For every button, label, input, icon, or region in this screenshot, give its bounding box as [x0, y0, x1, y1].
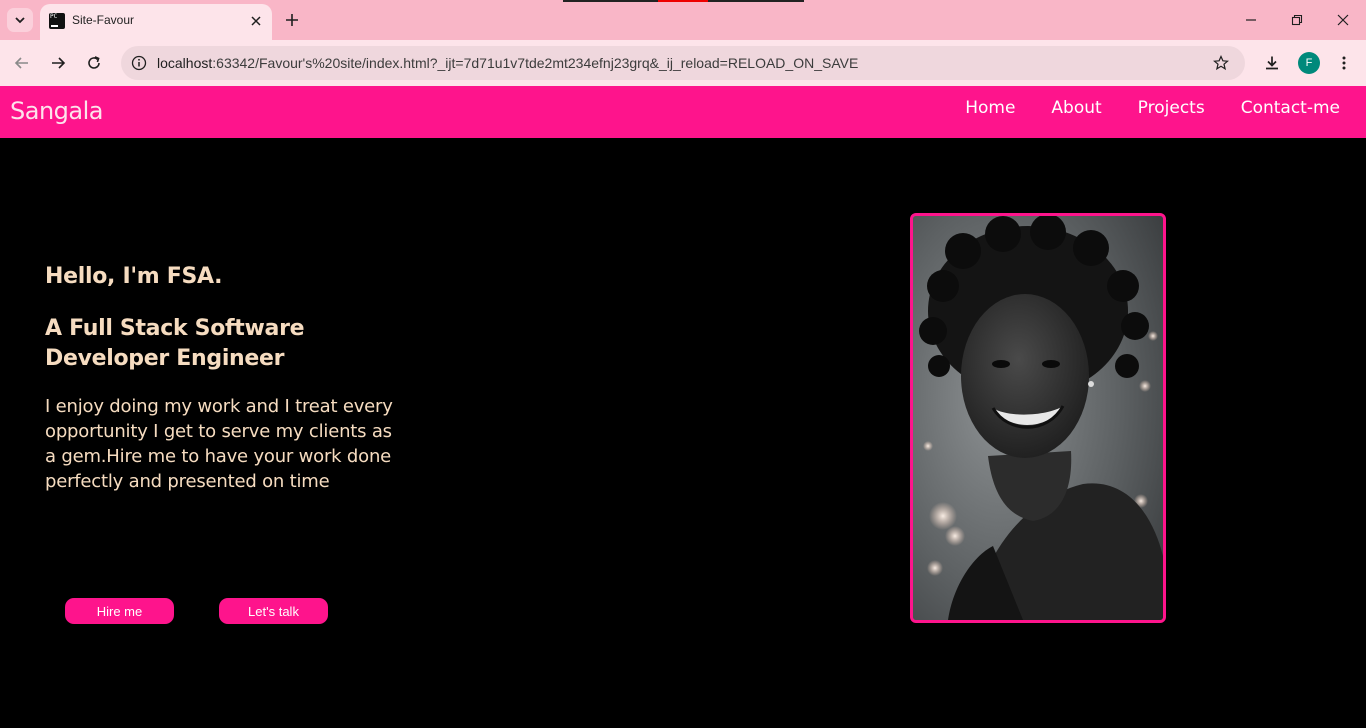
restore-icon — [1291, 14, 1303, 26]
top-indicator-strip — [563, 0, 804, 2]
close-icon — [1337, 14, 1349, 26]
reload-button[interactable] — [82, 51, 106, 75]
minimize-button[interactable] — [1237, 8, 1265, 32]
tab-title: Site-Favour — [72, 13, 135, 27]
lets-talk-button[interactable]: Let's talk — [219, 598, 328, 624]
chevron-down-icon — [15, 17, 25, 24]
browser-tab-bar: PC Site-Favour — [0, 0, 1366, 40]
reload-icon — [88, 56, 100, 69]
nav-contact-link[interactable]: Contact-me — [1241, 98, 1340, 118]
browser-toolbar: localhost:63342/Favour's%20site/index.ht… — [0, 40, 1366, 86]
nav-about-link[interactable]: About — [1051, 98, 1101, 118]
address-bar[interactable]: localhost:63342/Favour's%20site/index.ht… — [121, 46, 1245, 80]
close-icon — [251, 16, 261, 26]
arrow-right-icon — [52, 57, 66, 69]
site-navbar: Sangala Home About Projects Contact-me — [0, 86, 1366, 138]
plus-icon — [286, 14, 298, 26]
nav-projects-link[interactable]: Projects — [1138, 98, 1205, 118]
download-icon — [1266, 56, 1278, 70]
hero-role: A Full Stack Software Developer Engineer — [45, 316, 305, 371]
close-window-button[interactable] — [1329, 8, 1357, 32]
forward-button[interactable] — [46, 51, 70, 75]
back-button[interactable] — [10, 51, 34, 75]
site-menu: Home About Projects Contact-me — [965, 98, 1340, 118]
restore-button[interactable] — [1283, 8, 1311, 32]
info-icon — [131, 55, 147, 71]
minimize-icon — [1246, 19, 1256, 21]
pycharm-favicon-icon: PC — [49, 13, 65, 29]
browser-menu-button[interactable] — [1332, 51, 1356, 75]
downloads-button[interactable] — [1260, 51, 1284, 75]
browser-tab[interactable]: PC Site-Favour — [40, 4, 272, 40]
url-path: :63342/Favour's%20site/index.html?_ijt=7… — [212, 55, 859, 71]
site-info-icon[interactable] — [129, 53, 149, 73]
more-vertical-icon — [1342, 56, 1346, 70]
hero-greeting: Hello, I'm FSA. — [45, 264, 223, 289]
hero-section: Hello, I'm FSA. A Full Stack Software De… — [0, 138, 1366, 728]
site-logo[interactable]: Sangala — [10, 97, 103, 125]
hero-description: I enjoy doing my work and I treat every … — [45, 396, 393, 492]
tab-close-button[interactable] — [246, 11, 266, 31]
new-tab-button[interactable] — [282, 10, 302, 30]
hire-me-button[interactable]: Hire me — [65, 598, 174, 624]
bookmark-button[interactable] — [1211, 53, 1231, 73]
url-text[interactable]: localhost:63342/Favour's%20site/index.ht… — [157, 55, 858, 71]
nav-home-link[interactable]: Home — [965, 98, 1015, 118]
star-icon — [1213, 55, 1229, 71]
arrow-left-icon — [14, 57, 28, 69]
profile-photo — [910, 213, 1166, 623]
portrait-image — [913, 216, 1163, 620]
url-host: localhost — [157, 55, 213, 71]
tab-search-button[interactable] — [7, 8, 33, 32]
profile-avatar[interactable]: F — [1298, 52, 1320, 74]
